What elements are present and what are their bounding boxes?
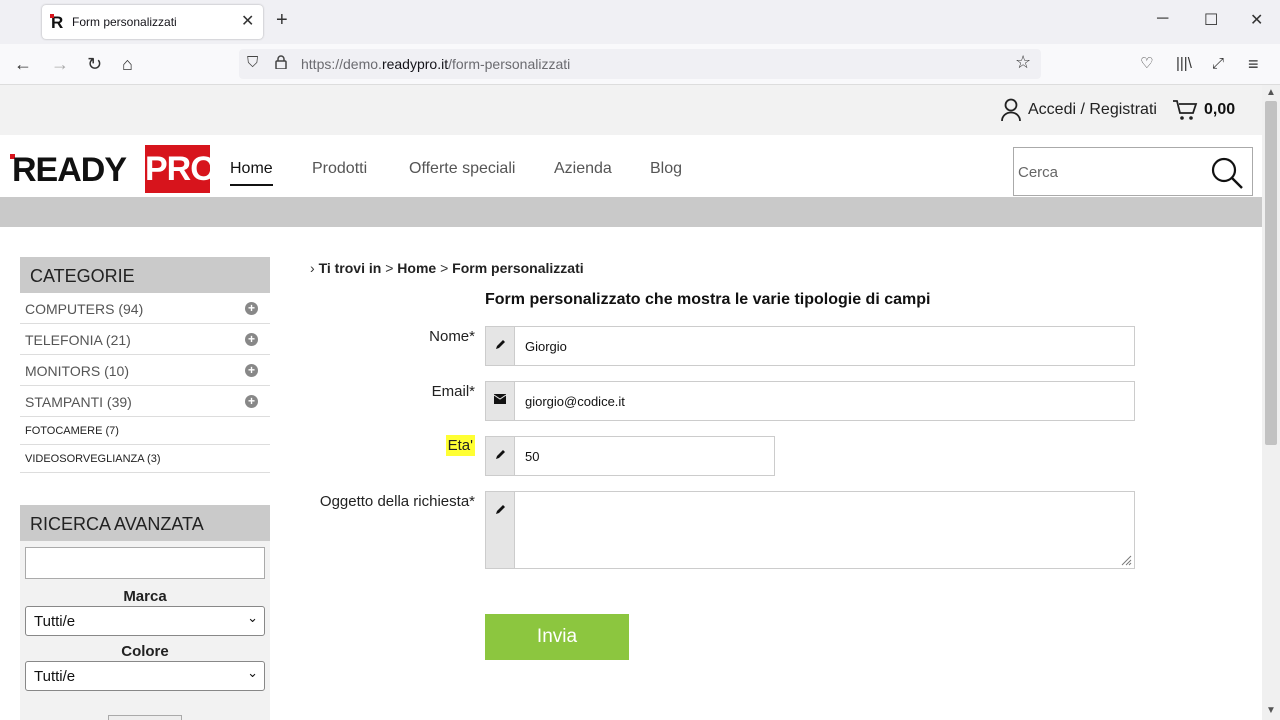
form-title: Form personalizzato che mostra le varie … — [485, 291, 931, 308]
header-divider-band — [0, 197, 1262, 227]
nav-offerte-speciali[interactable]: Offerte speciali — [409, 160, 515, 178]
search-placeholder: Cerca — [1018, 164, 1059, 181]
category-item[interactable]: VIDEOSORVEGLIANZA (3) — [20, 445, 270, 473]
pocket-icon[interactable]: ♡ — [1140, 53, 1153, 75]
site-header: READY PRO Home Prodotti Offerte speciali… — [0, 135, 1262, 197]
chevron-right-icon: › — [310, 260, 315, 276]
advanced-search-panel: RICERCA AVANZATA Marca Tutti/e ⌄ Colore T… — [20, 505, 270, 720]
minimize-icon[interactable]: ─ — [1157, 10, 1168, 28]
pencil-icon — [486, 327, 515, 365]
library-icon[interactable]: |||\ — [1176, 53, 1192, 75]
page-scrollbar[interactable]: ▲ ▼ — [1262, 85, 1280, 720]
color-select[interactable]: Tutti/e ⌄ — [25, 661, 265, 691]
scrollbar-thumb[interactable] — [1265, 101, 1277, 445]
subject-textarea[interactable] — [485, 491, 1135, 569]
breadcrumb-home[interactable]: Home — [397, 260, 436, 276]
categories-panel: CATEGORIE COMPUTERS (94) + TELEFONIA (21)… — [20, 257, 270, 473]
tab-strip: R Form personalizzati ✕ + ─ ☐ ✕ — [0, 0, 1280, 44]
browser-tab[interactable]: R Form personalizzati ✕ — [42, 5, 263, 39]
resize-grip-icon[interactable] — [1120, 554, 1132, 566]
age-field[interactable]: 50 — [485, 436, 775, 476]
close-window-icon[interactable]: ✕ — [1250, 10, 1263, 30]
advanced-search-input[interactable] — [25, 547, 265, 579]
cart-icon — [1173, 100, 1198, 120]
category-item[interactable]: COMPUTERS (94) + — [20, 293, 270, 324]
email-field[interactable]: giorgio@codice.it — [485, 381, 1135, 421]
back-icon[interactable]: ← — [14, 53, 32, 75]
forward-icon[interactable]: → — [51, 53, 69, 75]
expand-plus-icon[interactable]: + — [245, 302, 258, 315]
top-utility-bar: Accedi / Registrati 0,00 — [0, 85, 1262, 135]
close-tab-icon[interactable]: ✕ — [241, 11, 254, 31]
home-icon[interactable]: ⌂ — [122, 53, 133, 75]
user-icon — [1001, 98, 1021, 122]
readypro-logo[interactable]: READY PRO — [10, 145, 217, 193]
brand-select[interactable]: Tutti/e ⌄ — [25, 606, 265, 636]
extension-icon[interactable]: ⤢ — [1212, 53, 1224, 75]
pencil-icon — [486, 492, 515, 568]
url-text: https://demo.readypro.it/form-personaliz… — [301, 56, 571, 72]
bookmark-star-icon[interactable]: ☆ — [1015, 52, 1031, 73]
search-icon[interactable] — [1210, 156, 1244, 190]
cart-total: 0,00 — [1204, 101, 1236, 118]
account-link[interactable]: Accedi / Registrati — [1000, 98, 1157, 122]
advanced-search-title: RICERCA AVANZATA — [20, 505, 270, 541]
breadcrumb: › Ti trovi in > Home > Form personalizza… — [310, 260, 584, 276]
categories-title: CATEGORIE — [20, 257, 270, 293]
category-item[interactable]: FOTOCAMERE (7) — [20, 417, 270, 445]
nav-blog[interactable]: Blog — [650, 160, 682, 178]
name-field[interactable]: Giorgio — [485, 326, 1135, 366]
pencil-icon — [486, 437, 515, 475]
lock-icon[interactable] — [275, 55, 287, 69]
color-label: Colore — [121, 643, 169, 660]
reload-icon[interactable]: ↻ — [87, 53, 102, 75]
nav-home[interactable]: Home — [230, 160, 273, 186]
nav-prodotti[interactable]: Prodotti — [312, 160, 367, 178]
browser-toolbar: ← → ↻ ⌂ ⛉ https://demo.readypro.it/form-… — [0, 44, 1280, 85]
name-label: Nome* — [429, 328, 475, 345]
chevron-down-icon: ⌄ — [247, 665, 258, 680]
category-item[interactable]: MONITORS (10) + — [20, 355, 270, 386]
scroll-down-icon[interactable]: ▼ — [1266, 705, 1276, 716]
search-input[interactable]: Cerca — [1013, 147, 1253, 196]
account-label: Accedi / Registrati — [1028, 101, 1157, 118]
readypro-favicon-icon: R — [50, 13, 64, 32]
expand-plus-icon[interactable]: + — [245, 395, 258, 408]
category-item[interactable]: TELEFONIA (21) + — [20, 324, 270, 355]
submit-button[interactable]: Invia — [485, 614, 629, 660]
tab-title: Form personalizzati — [72, 15, 177, 29]
address-bar[interactable]: ⛉ https://demo.readypro.it/form-personal… — [239, 49, 1041, 79]
scroll-up-icon[interactable]: ▲ — [1266, 87, 1276, 98]
cart-link[interactable]: 0,00 — [1172, 98, 1235, 122]
shield-icon[interactable]: ⛉ — [247, 54, 258, 71]
subject-label: Oggetto della richiesta* — [319, 493, 475, 510]
age-label: Eta' — [445, 435, 475, 456]
category-item[interactable]: STAMPANTI (39) + — [20, 386, 270, 417]
expand-plus-icon[interactable]: + — [245, 364, 258, 377]
expand-plus-icon[interactable]: + — [245, 333, 258, 346]
advanced-search-button[interactable] — [108, 715, 182, 720]
envelope-icon — [486, 382, 515, 420]
new-tab-icon[interactable]: + — [276, 9, 288, 32]
email-label: Email* — [431, 383, 475, 400]
breadcrumb-current: Form personalizzati — [452, 260, 584, 276]
chevron-down-icon: ⌄ — [247, 610, 258, 625]
web-page: Accedi / Registrati 0,00 READY PRO Home … — [0, 85, 1262, 720]
brand-label: Marca — [123, 588, 167, 605]
hamburger-menu-icon[interactable]: ≡ — [1248, 53, 1259, 75]
maximize-icon[interactable]: ☐ — [1204, 10, 1218, 30]
nav-azienda[interactable]: Azienda — [554, 160, 612, 178]
